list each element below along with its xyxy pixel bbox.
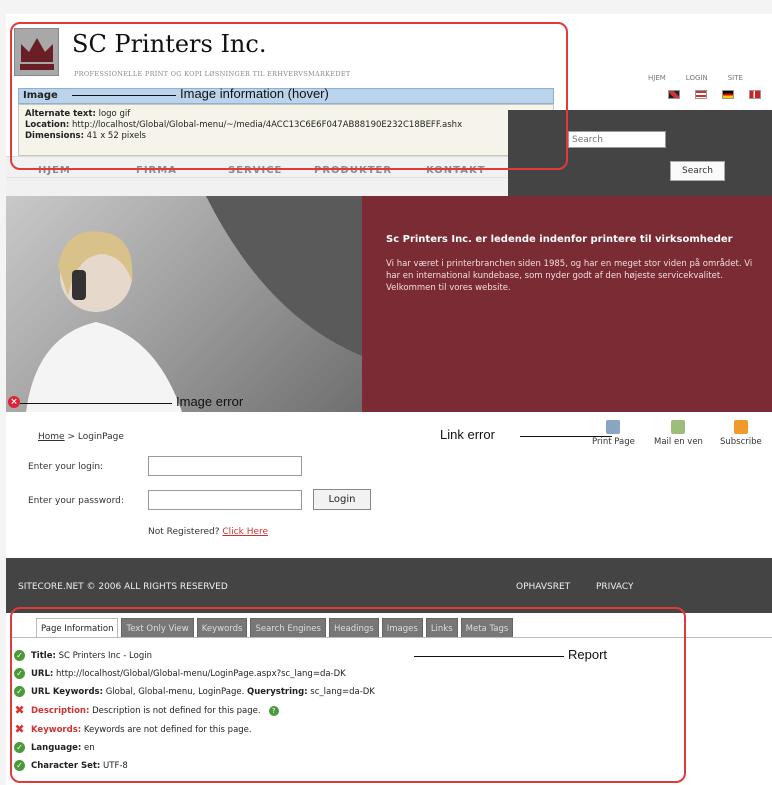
flag-uk-icon[interactable] xyxy=(668,90,680,99)
woman-on-phone-image xyxy=(26,196,362,412)
image-error-icon: × xyxy=(8,396,20,408)
login-input[interactable] xyxy=(148,456,302,476)
copyright-text: SITECORE.NET © 2006 ALL RIGHTS RESERVED xyxy=(18,582,228,592)
password-label: Enter your password: xyxy=(28,496,124,506)
mail-friend-label: Mail en ven xyxy=(654,437,703,447)
print-page-tool[interactable]: Print Page xyxy=(592,420,635,447)
rss-icon xyxy=(733,420,748,434)
click-here-link[interactable]: Click Here xyxy=(222,527,268,537)
printer-icon xyxy=(606,420,621,434)
annotation-image-info: Image information (hover) xyxy=(180,86,329,101)
flag-dk-icon[interactable] xyxy=(749,90,761,99)
annotation-box-report xyxy=(10,607,686,783)
top-links: HJEM LOGIN SITE xyxy=(648,74,743,82)
search-input[interactable] xyxy=(568,131,666,148)
breadcrumb-current: > LoginPage xyxy=(67,432,124,442)
login-label: Enter your login: xyxy=(28,462,104,472)
annotation-line-report xyxy=(414,656,564,657)
annotation-line-image-error xyxy=(20,403,172,404)
hero-body: Vi har været i printerbranchen siden 198… xyxy=(386,259,753,293)
annotation-image-error: Image error xyxy=(176,394,244,409)
nav-subbar xyxy=(6,177,508,197)
top-link-site[interactable]: SITE xyxy=(728,74,743,82)
not-registered-label: Not Registered? xyxy=(148,527,220,537)
hero-panel: Sc Printers Inc. er ledende indenfor pri… xyxy=(362,196,772,412)
login-button[interactable]: Login xyxy=(313,489,371,510)
subscribe-tool[interactable]: Subscribe xyxy=(720,420,762,447)
hero-image xyxy=(6,196,362,412)
footer-link-ophavsret[interactable]: OPHAVSRET xyxy=(516,582,570,592)
flag-us-icon[interactable] xyxy=(695,90,707,99)
top-link-login[interactable]: LOGIN xyxy=(686,74,708,82)
not-registered-text: Not Registered? Click Here xyxy=(148,527,268,537)
mail-icon xyxy=(671,420,686,434)
password-input[interactable] xyxy=(148,490,302,510)
site-footer: SITECORE.NET © 2006 ALL RIGHTS RESERVED … xyxy=(6,558,772,613)
annotation-line-image-info xyxy=(72,95,176,96)
footer-link-privacy[interactable]: PRIVACY xyxy=(596,582,634,592)
breadcrumb-home-link[interactable]: Home xyxy=(38,432,65,442)
search-button[interactable]: Search xyxy=(670,161,725,181)
breadcrumb: Home > LoginPage xyxy=(38,432,124,442)
hero-heading: Sc Printers Inc. er ledende indenfor pri… xyxy=(386,234,733,245)
annotation-report: Report xyxy=(568,647,608,662)
annotation-link-error: Link error xyxy=(440,427,495,442)
print-page-label: Print Page xyxy=(592,437,635,447)
subscribe-label: Subscribe xyxy=(720,437,762,447)
language-flags xyxy=(668,90,761,99)
flag-de-icon[interactable] xyxy=(722,90,734,99)
mail-friend-tool[interactable]: Mail en ven xyxy=(654,420,703,447)
top-link-home[interactable]: HJEM xyxy=(648,74,666,82)
annotation-line-link-error xyxy=(520,436,612,437)
